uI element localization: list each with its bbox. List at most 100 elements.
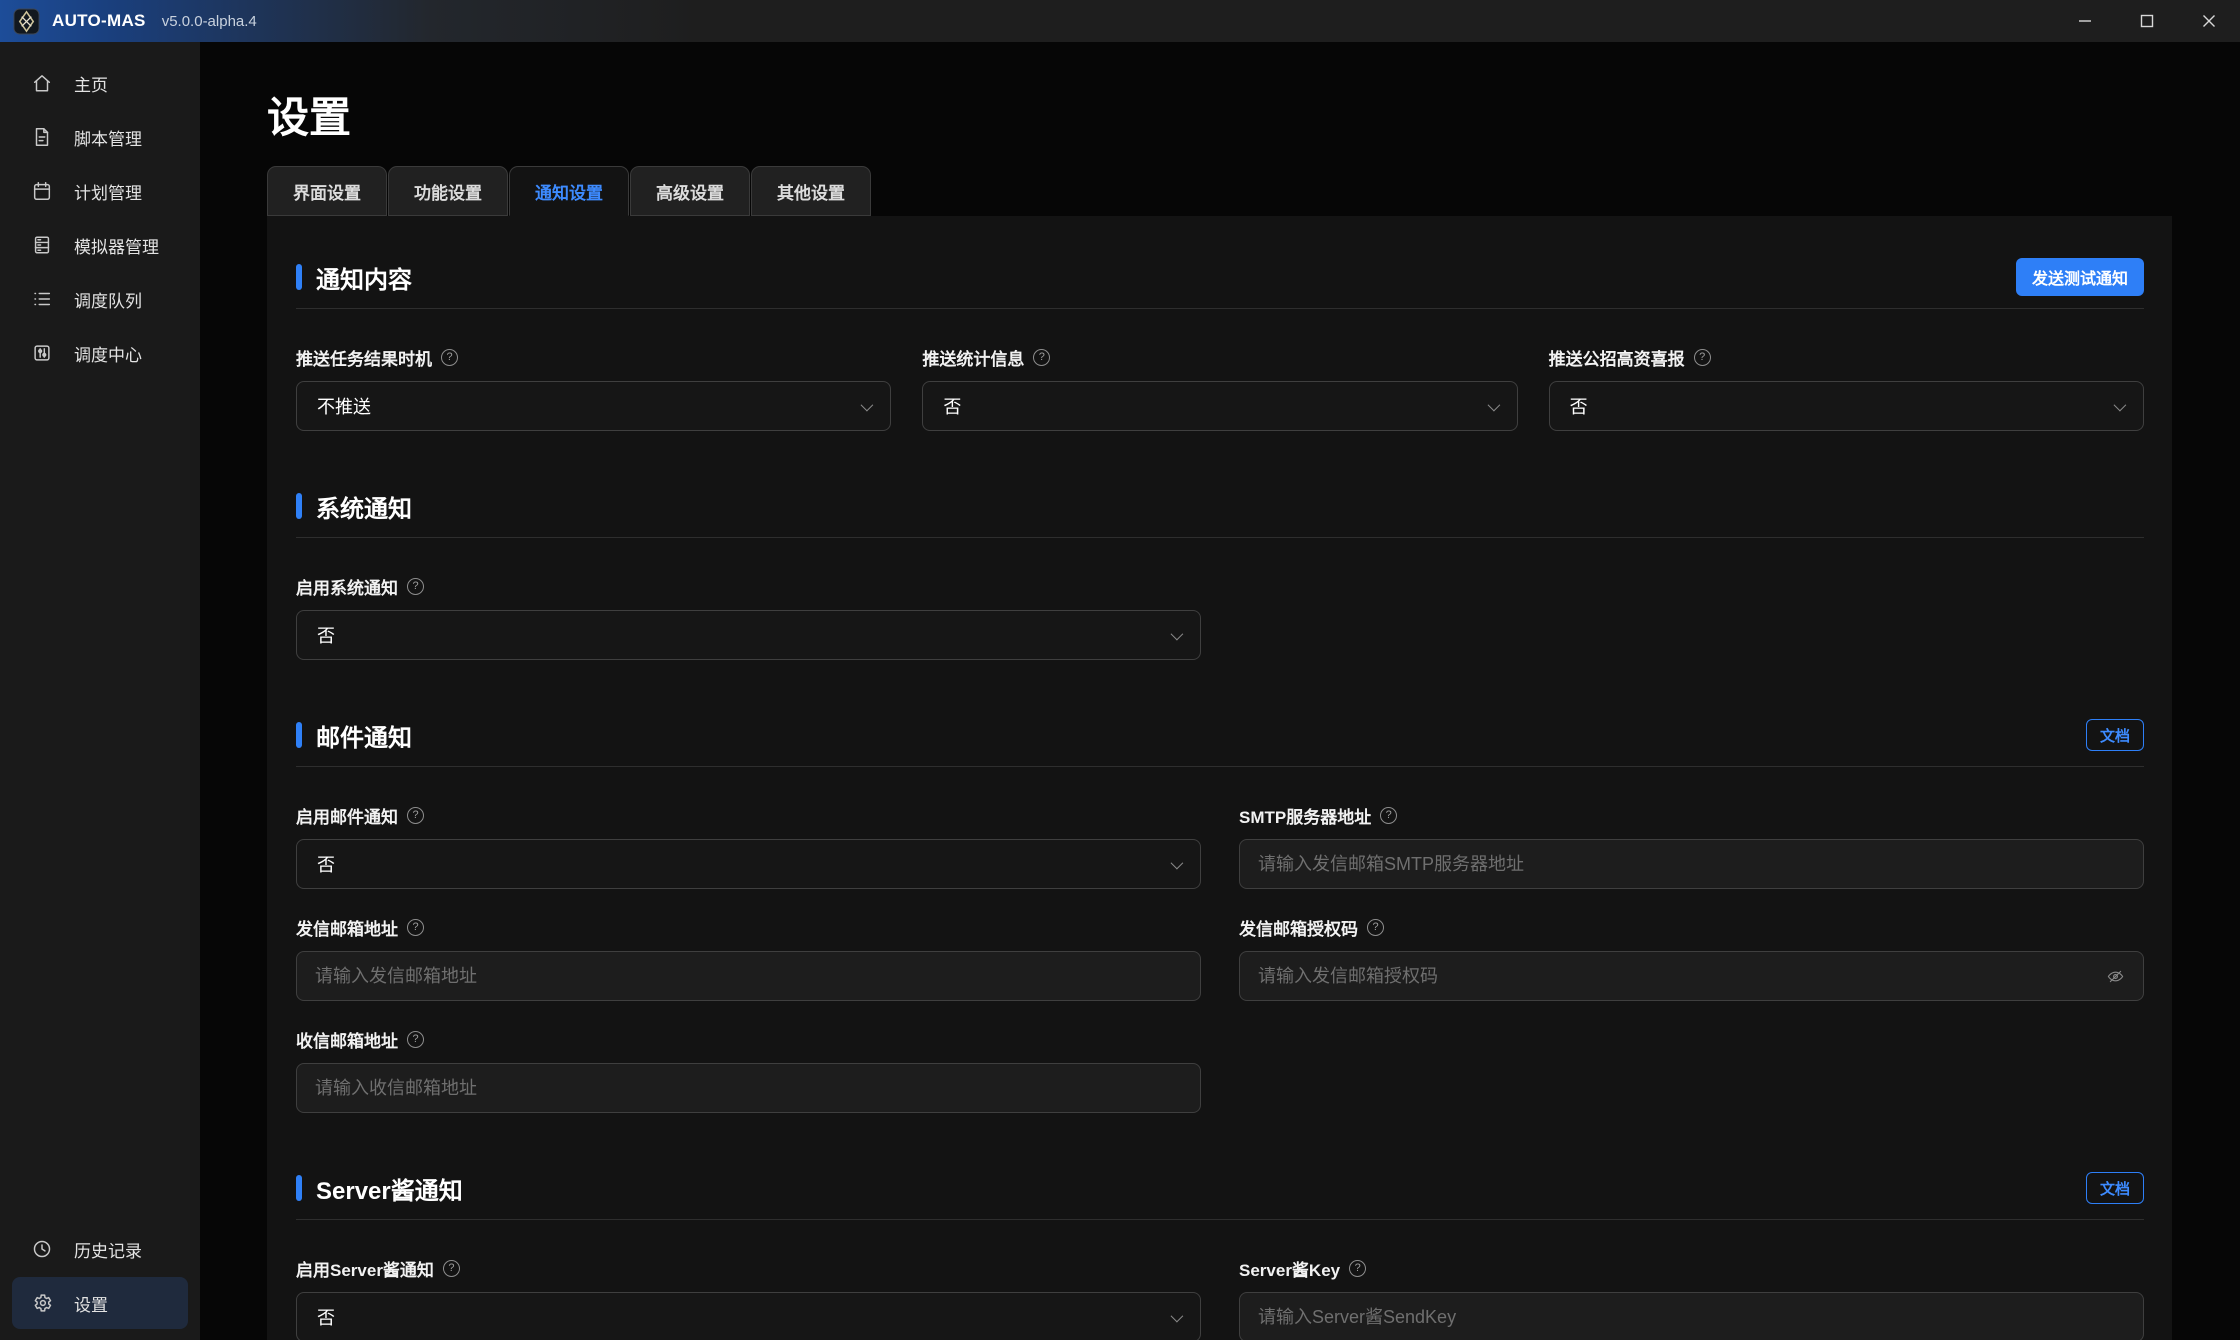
help-icon[interactable]: ? xyxy=(1349,1260,1366,1277)
field-push-task-result-timing: 推送任务结果时机 ? 不推送 xyxy=(296,345,891,431)
smtp-server-input[interactable] xyxy=(1258,854,2125,875)
close-icon xyxy=(2201,13,2217,29)
field-label: 启用系统通知 xyxy=(296,574,398,599)
field-smtp-server: SMTP服务器地址 ? xyxy=(1239,803,2144,889)
select-value: 否 xyxy=(943,393,961,419)
sidebar-item-label: 模拟器管理 xyxy=(74,233,159,258)
sidebar-item-settings[interactable]: 设置 xyxy=(12,1277,188,1329)
email-docs-button[interactable]: 文档 xyxy=(2086,719,2144,751)
section-accent-bar xyxy=(296,1175,302,1201)
calendar-icon xyxy=(31,180,53,202)
minimize-button[interactable] xyxy=(2054,0,2116,42)
section-notify-content: 通知内容 发送测试通知 推送任务结果时机 ? 不推送 xyxy=(296,258,2144,431)
field-label: 收信邮箱地址 xyxy=(296,1027,398,1052)
history-icon xyxy=(31,1238,53,1260)
receiver-email-input[interactable] xyxy=(315,1078,1182,1099)
chevron-down-icon xyxy=(1487,398,1500,411)
section-serverchan-notify: Server酱通知 文档 启用Server酱通知 ? 否 xyxy=(296,1169,2144,1340)
select-value: 不推送 xyxy=(317,393,371,419)
help-icon[interactable]: ? xyxy=(407,919,424,936)
help-icon[interactable]: ? xyxy=(407,578,424,595)
help-icon[interactable]: ? xyxy=(1380,807,1397,824)
field-push-recruit-report: 推送公招高资喜报 ? 否 xyxy=(1549,345,2144,431)
section-accent-bar xyxy=(296,493,302,519)
field-label: 发信邮箱授权码 xyxy=(1239,915,1358,940)
sidebar-item-emulators[interactable]: 模拟器管理 xyxy=(12,219,188,271)
field-label: 启用Server酱通知 xyxy=(296,1256,434,1281)
push-recruit-report-select[interactable]: 否 xyxy=(1549,381,2144,431)
field-enable-system-notify: 启用系统通知 ? 否 xyxy=(296,574,1201,660)
enable-serverchan-notify-select[interactable]: 否 xyxy=(296,1292,1201,1340)
field-label: 发信邮箱地址 xyxy=(296,915,398,940)
field-label: 启用邮件通知 xyxy=(296,803,398,828)
sidebar-item-queue[interactable]: 调度队列 xyxy=(12,273,188,325)
toggle-password-visibility-button[interactable] xyxy=(2106,967,2125,986)
home-icon xyxy=(31,72,53,94)
chevron-down-icon xyxy=(1171,627,1184,640)
field-label: 推送统计信息 xyxy=(922,345,1024,370)
field-enable-email-notify: 启用邮件通知 ? 否 xyxy=(296,803,1201,889)
push-task-result-timing-select[interactable]: 不推送 xyxy=(296,381,891,431)
help-icon[interactable]: ? xyxy=(1367,919,1384,936)
sidebar-item-label: 调度中心 xyxy=(74,341,142,366)
app-logo-icon xyxy=(13,8,40,35)
sidebar-item-dispatch[interactable]: 调度中心 xyxy=(12,327,188,379)
gear-icon xyxy=(31,1292,53,1314)
section-divider xyxy=(296,766,2144,767)
serverchan-docs-button[interactable]: 文档 xyxy=(2086,1172,2144,1204)
tab-advanced-settings[interactable]: 高级设置 xyxy=(630,166,750,216)
chevron-down-icon xyxy=(2114,398,2127,411)
serverchan-key-input[interactable] xyxy=(1258,1307,2125,1328)
push-statistics-select[interactable]: 否 xyxy=(922,381,1517,431)
sidebar-item-plans[interactable]: 计划管理 xyxy=(12,165,188,217)
sidebar-spacer xyxy=(0,380,200,1222)
titlebar: AUTO-MAS v5.0.0-alpha.4 xyxy=(0,0,2240,42)
select-value: 否 xyxy=(317,1304,335,1330)
app-version: v5.0.0-alpha.4 xyxy=(162,13,257,30)
script-icon xyxy=(31,126,53,148)
help-icon[interactable]: ? xyxy=(1694,349,1711,366)
select-value: 否 xyxy=(317,851,335,877)
tab-other-settings[interactable]: 其他设置 xyxy=(751,166,871,216)
select-value: 否 xyxy=(1570,393,1588,419)
section-title: 系统通知 xyxy=(316,489,412,524)
help-icon[interactable]: ? xyxy=(407,1031,424,1048)
field-label: 推送公招高资喜报 xyxy=(1549,345,1685,370)
enable-email-notify-select[interactable]: 否 xyxy=(296,839,1201,889)
emulator-icon xyxy=(31,234,53,256)
help-icon[interactable]: ? xyxy=(1033,349,1050,366)
enable-system-notify-select[interactable]: 否 xyxy=(296,610,1201,660)
send-test-notification-button[interactable]: 发送测试通知 xyxy=(2016,258,2144,296)
help-icon[interactable]: ? xyxy=(441,349,458,366)
app-title: AUTO-MAS xyxy=(52,11,146,31)
section-divider xyxy=(296,1219,2144,1220)
tab-notification-settings[interactable]: 通知设置 xyxy=(509,166,629,216)
select-value: 否 xyxy=(317,622,335,648)
sidebar-item-history[interactable]: 历史记录 xyxy=(12,1223,188,1275)
close-button[interactable] xyxy=(2178,0,2240,42)
field-label: 推送任务结果时机 xyxy=(296,345,432,370)
tab-function-settings[interactable]: 功能设置 xyxy=(388,166,508,216)
help-icon[interactable]: ? xyxy=(407,807,424,824)
sender-email-input[interactable] xyxy=(315,966,1182,987)
section-email-notify: 邮件通知 文档 启用邮件通知 ? 否 xyxy=(296,716,2144,1113)
notification-settings-panel: 通知内容 发送测试通知 推送任务结果时机 ? 不推送 xyxy=(267,216,2172,1340)
page-title: 设置 xyxy=(267,94,2172,142)
field-enable-serverchan-notify: 启用Server酱通知 ? 否 xyxy=(296,1256,1201,1340)
chevron-down-icon xyxy=(1171,1309,1184,1322)
help-icon[interactable]: ? xyxy=(443,1260,460,1277)
maximize-icon xyxy=(2139,13,2155,29)
maximize-button[interactable] xyxy=(2116,0,2178,42)
sender-auth-code-input[interactable] xyxy=(1258,966,2096,987)
sidebar-item-home[interactable]: 主页 xyxy=(12,57,188,109)
sidebar-item-label: 计划管理 xyxy=(74,179,142,204)
section-accent-bar xyxy=(296,264,302,290)
dispatch-icon xyxy=(31,342,53,364)
field-serverchan-key: Server酱Key ? xyxy=(1239,1256,2144,1340)
sidebar-item-scripts[interactable]: 脚本管理 xyxy=(12,111,188,163)
sidebar-item-label: 主页 xyxy=(74,71,108,96)
section-accent-bar xyxy=(296,722,302,748)
tab-interface-settings[interactable]: 界面设置 xyxy=(267,166,387,216)
field-sender-auth-code: 发信邮箱授权码 ? xyxy=(1239,915,2144,1001)
section-system-notify: 系统通知 启用系统通知 ? 否 xyxy=(296,487,2144,660)
